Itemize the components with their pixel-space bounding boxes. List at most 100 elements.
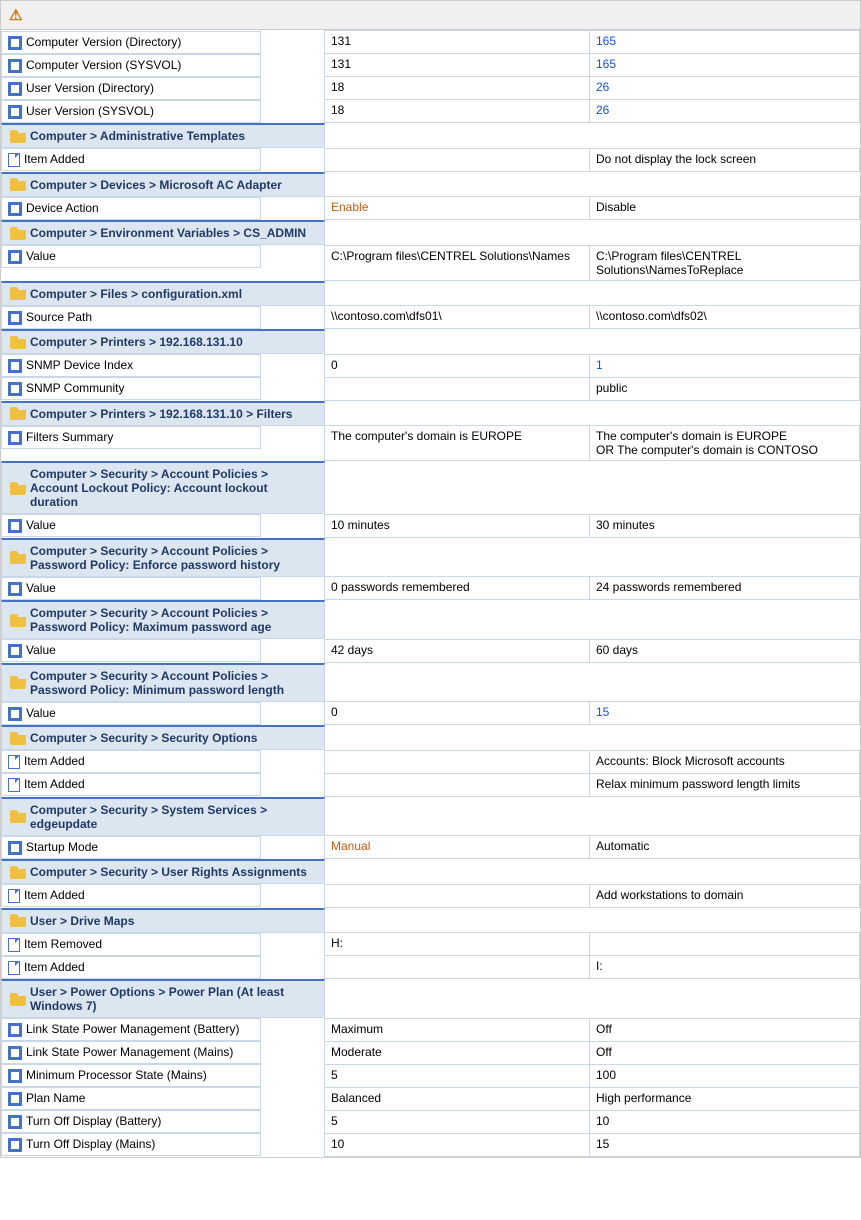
section-header-row: Computer > Security > Account Policies >… [1, 461, 860, 514]
doc-icon [8, 889, 20, 903]
row-label-cell: Device Action [1, 197, 261, 220]
section-table-12: Computer > Security > System Services > … [1, 797, 860, 860]
row-label: Item Added [24, 777, 85, 791]
section-title: Computer > Administrative Templates [1, 123, 325, 148]
folder-icon [10, 178, 26, 191]
row-label: Value [26, 249, 56, 263]
row-label: Item Added [24, 754, 85, 768]
row-label: Value [26, 581, 56, 595]
row-val2 [590, 933, 860, 956]
folder-icon [10, 482, 26, 495]
section-header-row: Computer > Environment Variables > CS_AD… [1, 220, 860, 245]
blue-square-icon [8, 105, 22, 119]
row-val1: Enable [325, 197, 590, 220]
section-header-row: Computer > Security > System Services > … [1, 797, 860, 836]
row-val1: 18 [325, 77, 590, 100]
row-val2: 24 passwords remembered [590, 577, 860, 600]
section-title: Computer > Security > Account Policies >… [1, 663, 325, 702]
row-label-cell: Item Removed [1, 933, 261, 956]
row-val2: High performance [590, 1087, 860, 1110]
table-row: Value 10 minutes30 minutes [1, 514, 860, 537]
doc-icon [8, 755, 20, 769]
row-val1 [325, 377, 590, 400]
table-row: Computer Version (Directory)131165 [1, 31, 860, 54]
row-val1: 10 [325, 1133, 590, 1156]
blue-square-icon [8, 1046, 22, 1060]
section-table-11: Computer > Security > Security OptionsIt… [1, 725, 860, 797]
section-table-15: User > Power Options > Power Plan (At le… [1, 979, 860, 1157]
row-label: Link State Power Management (Battery) [26, 1022, 239, 1036]
row-val1: 0 [325, 354, 590, 377]
row-label: Turn Off Display (Battery) [26, 1114, 161, 1128]
folder-icon [10, 866, 26, 879]
row-val2: 26 [590, 100, 860, 123]
row-val1 [325, 956, 590, 979]
blue-square-icon [8, 431, 22, 445]
warning-icon: ⚠ [9, 6, 22, 24]
section-title: Computer > Printers > 192.168.131.10 > F… [1, 401, 325, 426]
section-table-0: Computer Version (Directory)131165Comput… [1, 30, 860, 123]
folder-icon [10, 227, 26, 240]
blue-square-icon [8, 250, 22, 264]
folder-icon [10, 732, 26, 745]
blue-square-icon [8, 36, 22, 50]
section-header-row: Computer > Printers > 192.168.131.10 > F… [1, 401, 860, 426]
row-label: Filters Summary [26, 430, 113, 444]
row-label: User Version (Directory) [26, 81, 154, 95]
row-label: Value [26, 518, 56, 532]
table-row: Value015 [1, 702, 860, 725]
row-val2: 165 [590, 31, 860, 54]
row-label-cell: Minimum Processor State (Mains) [1, 1064, 261, 1087]
section-title: Computer > Files > configuration.xml [1, 281, 325, 306]
section-title: Computer > Security > User Rights Assign… [1, 859, 325, 884]
section-header-row: Computer > Security > Account Policies >… [1, 663, 860, 702]
row-val2: C:\Program files\CENTREL Solutions\Names… [590, 245, 860, 280]
row-label-cell: Source Path [1, 306, 261, 329]
section-title: Computer > Security > Security Options [1, 725, 325, 750]
doc-icon [8, 938, 20, 952]
folder-icon [10, 676, 26, 689]
section-header-row: Computer > Security > User Rights Assign… [1, 859, 860, 884]
row-label-cell: Item Added [1, 148, 261, 171]
table-row: Item RemovedH: [1, 933, 860, 956]
row-val1: The computer's domain is EUROPE [325, 426, 590, 461]
row-val1: 10 minutes [325, 514, 590, 537]
section-table-1: Computer > Administrative TemplatesItem … [1, 123, 860, 172]
section-title: Computer > Security > System Services > … [1, 797, 325, 836]
table-row: Item AddedAdd workstations to domain [1, 884, 860, 907]
blue-square-icon [8, 1092, 22, 1106]
row-val2: 10 [590, 1110, 860, 1133]
row-label-cell: Value [1, 577, 261, 600]
row-label-cell: Computer Version (Directory) [1, 31, 261, 54]
doc-icon [8, 153, 20, 167]
table-row: Source Path\\contoso.com\dfs01\\\contoso… [1, 306, 860, 329]
blue-square-icon [8, 359, 22, 373]
row-val1: 5 [325, 1110, 590, 1133]
section-header-row: Computer > Devices > Microsoft AC Adapte… [1, 172, 860, 197]
section-title: User > Power Options > Power Plan (At le… [1, 979, 325, 1018]
table-row: SNMP Device Index01 [1, 354, 860, 377]
row-val2: 30 minutes [590, 514, 860, 537]
row-val2: Automatic [590, 836, 860, 859]
row-val1: \\contoso.com\dfs01\ [325, 306, 590, 329]
row-val1: 18 [325, 100, 590, 123]
header: ⚠ [1, 1, 860, 30]
blue-square-icon [8, 1115, 22, 1129]
row-label: Item Removed [24, 937, 102, 951]
table-row: Item AddedAccounts: Block Microsoft acco… [1, 750, 860, 773]
table-row: Value0 passwords remembered24 passwords … [1, 577, 860, 600]
blue-square-icon [8, 644, 22, 658]
folder-icon [10, 407, 26, 420]
row-val2: 165 [590, 54, 860, 77]
folder-icon [10, 287, 26, 300]
section-header-row: Computer > Security > Account Policies >… [1, 600, 860, 639]
row-val1 [325, 884, 590, 907]
section-table-4: Computer > Files > configuration.xmlSour… [1, 281, 860, 330]
row-val2: 15 [590, 702, 860, 725]
row-val1: 5 [325, 1064, 590, 1087]
folder-icon [10, 810, 26, 823]
row-label: Turn Off Display (Mains) [26, 1137, 155, 1151]
row-label-cell: Turn Off Display (Mains) [1, 1133, 261, 1156]
row-label-cell: User Version (SYSVOL) [1, 100, 261, 123]
table-row: Item AddedDo not display the lock screen [1, 148, 860, 171]
